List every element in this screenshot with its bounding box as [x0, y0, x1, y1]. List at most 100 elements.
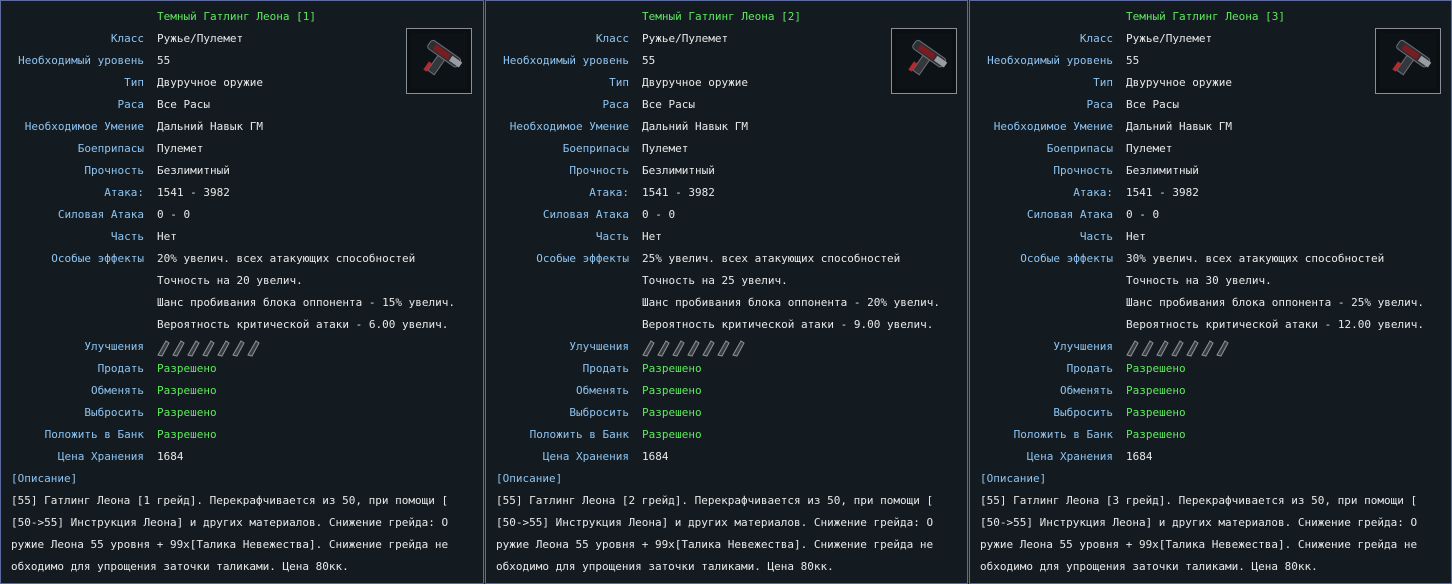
level-row: Необходимый уровень 55 — [1, 50, 483, 72]
sell-value: Разрешено — [157, 362, 217, 375]
upgrade-slot-icon[interactable] — [1215, 339, 1229, 357]
trade-row: Обменять Разрешено — [970, 380, 1451, 402]
sell-label: Продать — [1066, 362, 1113, 375]
power-attack-row: Силовая Атака 0 - 0 — [970, 204, 1451, 226]
upgrade-slot-icon[interactable] — [701, 339, 715, 357]
drop-label: Выбросить — [569, 406, 629, 419]
race-row: Раса Все Расы — [1, 94, 483, 116]
upgrade-slot-icon[interactable] — [716, 339, 730, 357]
class-row: Класс Ружье/Пулемет — [486, 28, 967, 50]
drop-row: Выбросить Разрешено — [1, 402, 483, 424]
upgrade-slot-icon[interactable] — [731, 339, 745, 357]
type-row: Тип Двуручное оружие — [1, 72, 483, 94]
race-value: Все Расы — [642, 98, 695, 111]
item-tooltip-panel: Темный Гатлинг Леона [3] Класс Ружье/Пул… — [969, 0, 1452, 584]
item-tooltip-panel: Темный Гатлинг Леона [2] Класс Ружье/Пул… — [485, 0, 968, 584]
skill-row: Необходимое Умение Дальний Навык ГМ — [486, 116, 967, 138]
upgrade-slot-icon[interactable] — [216, 339, 230, 357]
part-row: Часть Нет — [486, 226, 967, 248]
drop-label: Выбросить — [1053, 406, 1113, 419]
skill-label: Необходимое Умение — [24, 120, 144, 133]
attack-label: Атака: — [1073, 186, 1113, 199]
bank-value: Разрешено — [1126, 428, 1186, 441]
effect-1: 20% увелич. всех атакующих способностей — [157, 252, 416, 265]
attack-value: 1541 - 3982 — [1126, 186, 1199, 199]
special-label: Особые эффекты — [536, 252, 629, 265]
durability-row: Прочность Безлимитный — [486, 160, 967, 182]
ammo-row: Боеприпасы Пулемет — [1, 138, 483, 160]
durability-value: Безлимитный — [1126, 164, 1199, 177]
effect-row: Точность на 30 увелич. — [970, 270, 1451, 292]
skill-value: Дальний Навык ГМ — [157, 120, 263, 133]
upgrade-slots — [156, 339, 260, 357]
upgrade-slot-icon[interactable] — [1185, 339, 1199, 357]
item-description: [55] Гатлинг Леона [3 грейд]. Перекрафчи… — [980, 494, 1418, 573]
durability-label: Прочность — [1053, 164, 1113, 177]
effect-4: Вероятность критической атаки - 9.00 уве… — [642, 318, 934, 331]
storage-price-value: 1684 — [1126, 450, 1153, 463]
item-title: Темный Гатлинг Леона [3] — [1126, 10, 1285, 23]
special-row: Особые эффекты 20% увелич. всех атакующи… — [1, 248, 483, 270]
race-label: Раса — [602, 98, 630, 111]
race-row: Раса Все Расы — [486, 94, 967, 116]
attack-row: Атака: 1541 - 3982 — [1, 182, 483, 204]
upgrade-slot-icon[interactable] — [186, 339, 200, 357]
effect-2: Точность на 30 увелич. — [1126, 274, 1272, 287]
upgrade-slot-icon[interactable] — [1125, 339, 1139, 357]
power-attack-value: 0 - 0 — [642, 208, 676, 221]
upgrade-slot-icon[interactable] — [231, 339, 245, 357]
part-value: Нет — [642, 230, 662, 243]
type-label: Тип — [1093, 76, 1113, 89]
level-label: Необходимый уровень — [503, 54, 629, 67]
race-label: Раса — [1086, 98, 1114, 111]
trade-value: Разрешено — [157, 384, 217, 397]
level-label: Необходимый уровень — [987, 54, 1113, 67]
drop-value: Разрешено — [642, 406, 702, 419]
upgrade-slot-icon[interactable] — [1140, 339, 1154, 357]
type-value: Двуручное оружие — [1126, 76, 1232, 89]
item-title: Темный Гатлинг Леона [2] — [642, 10, 801, 23]
upgrade-slot-icon[interactable] — [1170, 339, 1184, 357]
item-title: Темный Гатлинг Леона [1] — [157, 10, 316, 23]
bank-row: Положить в Банк Разрешено — [970, 424, 1451, 446]
level-row: Необходимый уровень 55 — [486, 50, 967, 72]
skill-value: Дальний Навык ГМ — [642, 120, 748, 133]
skill-value: Дальний Навык ГМ — [1126, 120, 1232, 133]
class-value: Ружье/Пулемет — [157, 32, 244, 45]
ammo-value: Пулемет — [157, 142, 204, 155]
upgrade-slot-icon[interactable] — [1155, 339, 1169, 357]
upgrade-slot-icon[interactable] — [656, 339, 670, 357]
ammo-label: Боеприпасы — [1046, 142, 1113, 155]
effect-4: Вероятность критической атаки - 12.00 ув… — [1126, 318, 1425, 331]
upgrade-slot-icon[interactable] — [201, 339, 215, 357]
upgrade-slot-icon[interactable] — [671, 339, 685, 357]
upgrade-slot-icon[interactable] — [686, 339, 700, 357]
upgrades-row: Улучшения — [1, 336, 483, 358]
level-row: Необходимый уровень 55 — [970, 50, 1451, 72]
race-value: Все Расы — [1126, 98, 1179, 111]
upgrade-slot-icon[interactable] — [156, 339, 170, 357]
storage-price-label: Цена Хранения — [1026, 450, 1113, 463]
upgrade-slot-icon[interactable] — [246, 339, 260, 357]
bank-label: Положить в Банк — [1013, 428, 1113, 441]
attack-label: Атака: — [589, 186, 629, 199]
part-label: Часть — [1079, 230, 1113, 243]
upgrade-slot-icon[interactable] — [641, 339, 655, 357]
effect-row: Вероятность критической атаки - 9.00 уве… — [486, 314, 967, 336]
skill-label: Необходимое Умение — [993, 120, 1113, 133]
upgrades-label: Улучшения — [84, 340, 144, 353]
item-tooltip-panel: Темный Гатлинг Леона [1] Класс Ружье/Пул… — [0, 0, 484, 584]
trade-row: Обменять Разрешено — [1, 380, 483, 402]
trade-label: Обменять — [576, 384, 629, 397]
power-attack-label: Силовая Атака — [542, 208, 629, 221]
type-label: Тип — [609, 76, 629, 89]
upgrades-row: Улучшения — [970, 336, 1451, 358]
sell-value: Разрешено — [642, 362, 702, 375]
bank-value: Разрешено — [642, 428, 702, 441]
item-description: [55] Гатлинг Леона [2 грейд]. Перекрафчи… — [496, 494, 934, 573]
part-row: Часть Нет — [1, 226, 483, 248]
power-attack-label: Силовая Атака — [57, 208, 144, 221]
sell-row: Продать Разрешено — [1, 358, 483, 380]
upgrade-slot-icon[interactable] — [171, 339, 185, 357]
upgrade-slot-icon[interactable] — [1200, 339, 1214, 357]
